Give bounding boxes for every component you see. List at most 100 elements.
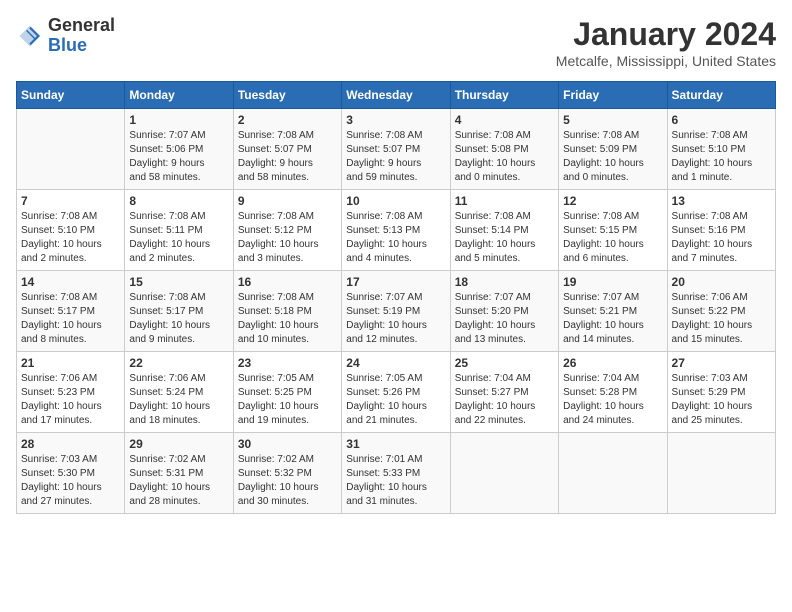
day-info: Sunrise: 7:02 AM Sunset: 5:32 PM Dayligh… — [238, 453, 337, 509]
day-info: Sunrise: 7:07 AM Sunset: 5:20 PM Dayligh… — [455, 291, 554, 347]
calendar-cell: 25 Sunrise: 7:04 AM Sunset: 5:27 PM Dayli… — [450, 352, 558, 433]
day-info: Sunrise: 7:03 AM Sunset: 5:29 PM Dayligh… — [672, 372, 771, 428]
calendar-cell: 28 Sunrise: 7:03 AM Sunset: 5:30 PM Dayli… — [17, 433, 125, 514]
day-info: Sunrise: 7:02 AM Sunset: 5:31 PM Dayligh… — [129, 453, 228, 509]
day-info: Sunrise: 7:08 AM Sunset: 5:18 PM Dayligh… — [238, 291, 337, 347]
calendar-cell — [17, 109, 125, 190]
weekday-header-wednesday: Wednesday — [342, 82, 450, 109]
page-header: General Blue January 2024 Metcalfe, Miss… — [16, 16, 776, 69]
weekday-header-thursday: Thursday — [450, 82, 558, 109]
day-number: 3 — [346, 113, 445, 127]
day-number: 5 — [563, 113, 662, 127]
day-number: 9 — [238, 194, 337, 208]
calendar-cell: 31 Sunrise: 7:01 AM Sunset: 5:33 PM Dayli… — [342, 433, 450, 514]
calendar-cell: 8Sunrise: 7:08 AM Sunset: 5:11 PM Daylig… — [125, 190, 233, 271]
weekday-header-friday: Friday — [559, 82, 667, 109]
day-info: Sunrise: 7:08 AM Sunset: 5:14 PM Dayligh… — [455, 210, 554, 266]
day-number: 11 — [455, 194, 554, 208]
day-number: 23 — [238, 356, 337, 370]
day-info: Sunrise: 7:03 AM Sunset: 5:30 PM Dayligh… — [21, 453, 120, 509]
day-info: Sunrise: 7:08 AM Sunset: 5:09 PM Dayligh… — [563, 129, 662, 185]
day-info: Sunrise: 7:07 AM Sunset: 5:06 PM Dayligh… — [129, 129, 228, 185]
day-info: Sunrise: 7:08 AM Sunset: 5:10 PM Dayligh… — [21, 210, 120, 266]
day-number: 7 — [21, 194, 120, 208]
calendar-table: SundayMondayTuesdayWednesdayThursdayFrid… — [16, 81, 776, 514]
calendar-cell: 10 Sunrise: 7:08 AM Sunset: 5:13 PM Dayli… — [342, 190, 450, 271]
day-number: 24 — [346, 356, 445, 370]
calendar-cell: 30 Sunrise: 7:02 AM Sunset: 5:32 PM Dayli… — [233, 433, 341, 514]
day-number: 12 — [563, 194, 662, 208]
day-info: Sunrise: 7:08 AM Sunset: 5:07 PM Dayligh… — [238, 129, 337, 185]
day-number: 25 — [455, 356, 554, 370]
day-number: 28 — [21, 437, 120, 451]
calendar-cell: 13 Sunrise: 7:08 AM Sunset: 5:16 PM Dayli… — [667, 190, 775, 271]
day-number: 29 — [129, 437, 228, 451]
day-number: 17 — [346, 275, 445, 289]
day-info: Sunrise: 7:05 AM Sunset: 5:26 PM Dayligh… — [346, 372, 445, 428]
calendar-cell: 23Sunrise: 7:05 AM Sunset: 5:25 PM Dayli… — [233, 352, 341, 433]
day-number: 2 — [238, 113, 337, 127]
day-info: Sunrise: 7:08 AM Sunset: 5:17 PM Dayligh… — [129, 291, 228, 347]
day-number: 6 — [672, 113, 771, 127]
day-info: Sunrise: 7:06 AM Sunset: 5:24 PM Dayligh… — [129, 372, 228, 428]
calendar-cell: 3 Sunrise: 7:08 AM Sunset: 5:07 PM Daylig… — [342, 109, 450, 190]
day-info: Sunrise: 7:04 AM Sunset: 5:28 PM Dayligh… — [563, 372, 662, 428]
logo: General Blue — [16, 16, 115, 56]
day-info: Sunrise: 7:08 AM Sunset: 5:15 PM Dayligh… — [563, 210, 662, 266]
calendar-body: 1 Sunrise: 7:07 AM Sunset: 5:06 PM Daylig… — [17, 109, 776, 514]
day-number: 30 — [238, 437, 337, 451]
calendar-week-2: 14 Sunrise: 7:08 AM Sunset: 5:17 PM Dayli… — [17, 271, 776, 352]
month-title: January 2024 — [556, 16, 776, 53]
day-number: 10 — [346, 194, 445, 208]
day-number: 16 — [238, 275, 337, 289]
location: Metcalfe, Mississippi, United States — [556, 53, 776, 69]
title-block: January 2024 Metcalfe, Mississippi, Unit… — [556, 16, 776, 69]
day-number: 14 — [21, 275, 120, 289]
weekday-header-sunday: Sunday — [17, 82, 125, 109]
calendar-cell: 15Sunrise: 7:08 AM Sunset: 5:17 PM Dayli… — [125, 271, 233, 352]
calendar-cell: 21 Sunrise: 7:06 AM Sunset: 5:23 PM Dayli… — [17, 352, 125, 433]
day-number: 18 — [455, 275, 554, 289]
day-number: 4 — [455, 113, 554, 127]
calendar-cell: 14Sunrise: 7:08 AM Sunset: 5:17 PM Dayli… — [17, 271, 125, 352]
day-number: 26 — [563, 356, 662, 370]
calendar-cell — [559, 433, 667, 514]
day-info: Sunrise: 7:08 AM Sunset: 5:10 PM Dayligh… — [672, 129, 771, 185]
day-number: 8 — [129, 194, 228, 208]
calendar-cell: 17 Sunrise: 7:07 AM Sunset: 5:19 PM Dayli… — [342, 271, 450, 352]
calendar-week-4: 28 Sunrise: 7:03 AM Sunset: 5:30 PM Dayli… — [17, 433, 776, 514]
day-info: Sunrise: 7:08 AM Sunset: 5:07 PM Dayligh… — [346, 129, 445, 185]
calendar-week-1: 7 Sunrise: 7:08 AM Sunset: 5:10 PM Daylig… — [17, 190, 776, 271]
logo-icon — [16, 22, 44, 50]
day-info: Sunrise: 7:08 AM Sunset: 5:08 PM Dayligh… — [455, 129, 554, 185]
calendar-cell: 1 Sunrise: 7:07 AM Sunset: 5:06 PM Daylig… — [125, 109, 233, 190]
calendar-cell: 22Sunrise: 7:06 AM Sunset: 5:24 PM Dayli… — [125, 352, 233, 433]
day-info: Sunrise: 7:07 AM Sunset: 5:19 PM Dayligh… — [346, 291, 445, 347]
calendar-cell: 26 Sunrise: 7:04 AM Sunset: 5:28 PM Dayli… — [559, 352, 667, 433]
weekday-header-tuesday: Tuesday — [233, 82, 341, 109]
day-info: Sunrise: 7:07 AM Sunset: 5:21 PM Dayligh… — [563, 291, 662, 347]
calendar-cell: 29 Sunrise: 7:02 AM Sunset: 5:31 PM Dayli… — [125, 433, 233, 514]
calendar-week-0: 1 Sunrise: 7:07 AM Sunset: 5:06 PM Daylig… — [17, 109, 776, 190]
day-number: 1 — [129, 113, 228, 127]
day-number: 19 — [563, 275, 662, 289]
weekday-header-saturday: Saturday — [667, 82, 775, 109]
day-number: 21 — [21, 356, 120, 370]
calendar-cell — [667, 433, 775, 514]
day-number: 20 — [672, 275, 771, 289]
day-info: Sunrise: 7:06 AM Sunset: 5:23 PM Dayligh… — [21, 372, 120, 428]
calendar-cell — [450, 433, 558, 514]
calendar-cell: 6 Sunrise: 7:08 AM Sunset: 5:10 PM Daylig… — [667, 109, 775, 190]
day-info: Sunrise: 7:01 AM Sunset: 5:33 PM Dayligh… — [346, 453, 445, 509]
calendar-cell: 19 Sunrise: 7:07 AM Sunset: 5:21 PM Dayli… — [559, 271, 667, 352]
calendar-cell: 2 Sunrise: 7:08 AM Sunset: 5:07 PM Daylig… — [233, 109, 341, 190]
calendar-cell: 5 Sunrise: 7:08 AM Sunset: 5:09 PM Daylig… — [559, 109, 667, 190]
day-info: Sunrise: 7:08 AM Sunset: 5:16 PM Dayligh… — [672, 210, 771, 266]
day-info: Sunrise: 7:04 AM Sunset: 5:27 PM Dayligh… — [455, 372, 554, 428]
day-number: 31 — [346, 437, 445, 451]
weekday-header-monday: Monday — [125, 82, 233, 109]
calendar-cell: 4 Sunrise: 7:08 AM Sunset: 5:08 PM Daylig… — [450, 109, 558, 190]
day-info: Sunrise: 7:08 AM Sunset: 5:13 PM Dayligh… — [346, 210, 445, 266]
day-number: 13 — [672, 194, 771, 208]
calendar-cell: 9Sunrise: 7:08 AM Sunset: 5:12 PM Daylig… — [233, 190, 341, 271]
